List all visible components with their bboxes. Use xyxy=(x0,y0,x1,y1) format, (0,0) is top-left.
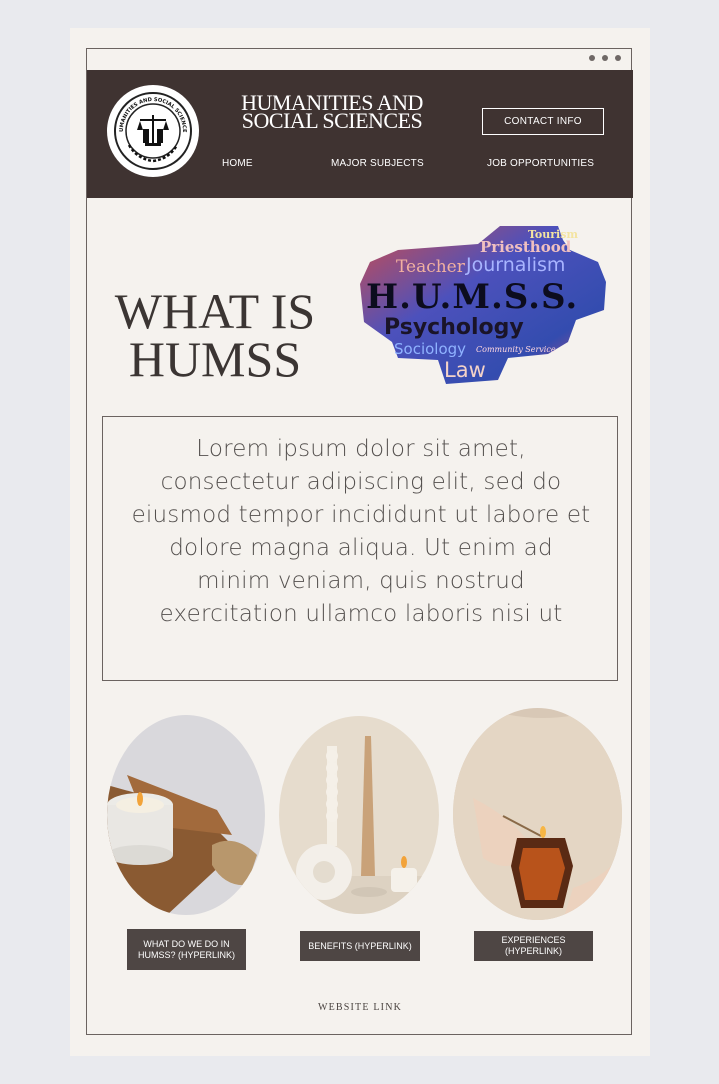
school-seal-logo: HUMANITIES AND SOCIAL SCIENCES xyxy=(107,85,199,177)
site-title: HUMANITIES AND SOCIAL SCIENCES xyxy=(227,92,437,133)
candle-tray-photo xyxy=(107,715,265,915)
site-title-line: SOCIAL SCIENCES xyxy=(241,108,423,133)
lighting-candle-photo xyxy=(453,708,622,920)
hero-title: WHAT IS HUMSS xyxy=(100,283,330,387)
tall-candles-photo xyxy=(279,716,439,914)
word-cloud-word: H.U.M.S.S. xyxy=(366,277,578,317)
website-link[interactable]: WEBSITE LINK xyxy=(87,1002,633,1013)
menu-dot-icon[interactable] xyxy=(589,55,595,61)
menu-dot-icon[interactable] xyxy=(602,55,608,61)
nav-home[interactable]: HOME xyxy=(222,158,253,169)
site-header: HUMANITIES AND SOCIAL SCIENCES HUMANITIE… xyxy=(87,70,633,198)
window-controls xyxy=(589,55,621,61)
intro-text-box: Lorem ipsum dolor sit amet, consectetur … xyxy=(102,416,618,681)
hero-title-line: HUMSS xyxy=(128,331,302,387)
humss-word-cloud-image: Tourism Priesthood Teacher Journalism H.… xyxy=(358,222,610,387)
intro-paragraph: Lorem ipsum dolor sit amet, consectetur … xyxy=(131,436,591,627)
menu-dot-icon[interactable] xyxy=(615,55,621,61)
nav-major-subjects[interactable]: MAJOR SUBJECTS xyxy=(331,158,424,169)
contact-info-button[interactable]: CONTACT INFO xyxy=(482,108,604,135)
word-cloud-word: Sociology xyxy=(394,340,466,358)
word-cloud-word: Teacher xyxy=(396,257,466,277)
word-cloud-word: Psychology xyxy=(384,315,524,340)
svg-text:HUMANITIES AND SOCIAL SCIENCES: HUMANITIES AND SOCIAL SCIENCES xyxy=(107,85,187,133)
what-do-we-do-link[interactable]: WHAT DO WE DO IN HUMSS? (HYPERLINK) xyxy=(127,929,246,970)
nav-job-opportunities[interactable]: JOB OPPORTUNITIES xyxy=(487,158,594,169)
experiences-link[interactable]: EXPERIENCES (HYPERLINK) xyxy=(474,931,593,961)
hero-title-line: WHAT IS xyxy=(114,283,316,339)
word-cloud-word: Law xyxy=(444,358,486,382)
word-cloud-word: Community Service xyxy=(476,345,556,354)
benefits-link[interactable]: BENEFITS (HYPERLINK) xyxy=(300,931,420,961)
word-cloud-word: Journalism xyxy=(465,254,565,276)
